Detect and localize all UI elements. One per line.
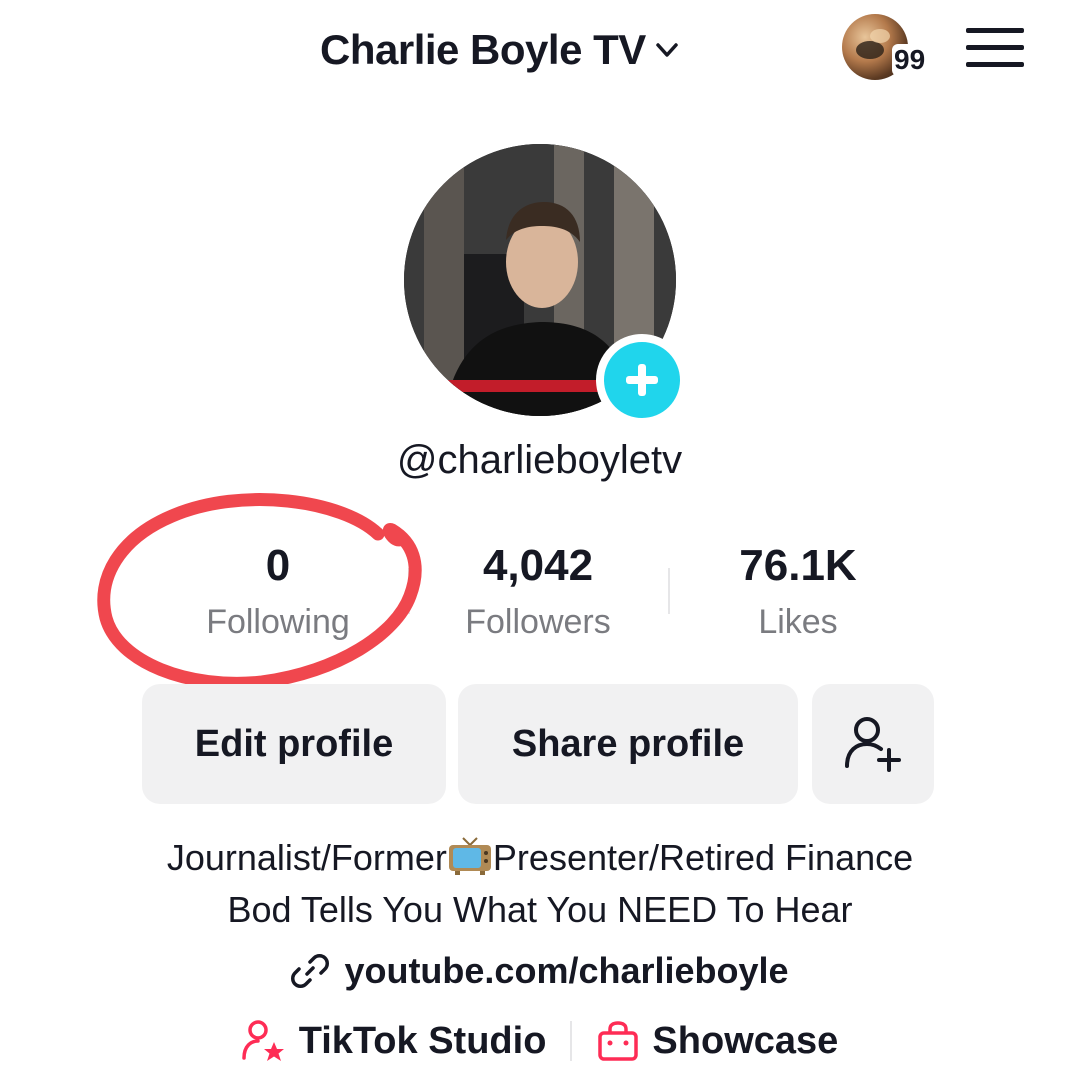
followers-label: Followers bbox=[465, 603, 611, 641]
likes-label: Likes bbox=[758, 603, 838, 641]
stat-followers[interactable]: 4,042 Followers bbox=[408, 538, 668, 646]
followers-count: 4,042 bbox=[482, 541, 594, 590]
menu-button[interactable] bbox=[966, 26, 1024, 70]
stat-following[interactable]: 0 Following bbox=[148, 538, 408, 646]
following-label: Following bbox=[206, 603, 350, 641]
share-profile-button[interactable]: Share profile bbox=[458, 684, 798, 804]
footer-divider bbox=[570, 1021, 573, 1061]
add-friends-button[interactable] bbox=[812, 684, 934, 804]
account-switcher[interactable]: Charlie Boyle TV bbox=[320, 22, 682, 78]
add-photo-button[interactable] bbox=[596, 334, 688, 426]
showcase-button[interactable]: Showcase bbox=[596, 1019, 838, 1063]
bio-line-2: Bod Tells You What You NEED To Hear bbox=[227, 889, 853, 930]
showcase-label: Showcase bbox=[652, 1019, 839, 1062]
bio-line-1: Journalist/Former Presenter/Retired Fina… bbox=[60, 832, 1020, 884]
add-person-icon bbox=[845, 717, 901, 772]
bio-text-1b: Presenter/Retired Finance bbox=[492, 837, 914, 878]
link-icon bbox=[291, 954, 330, 988]
following-count: 0 bbox=[265, 541, 291, 590]
tiktok-studio-button[interactable]: TikTok Studio bbox=[241, 1018, 547, 1064]
profile-link[interactable]: youtube.com/charlieboyle bbox=[0, 950, 1079, 992]
edit-profile-button[interactable]: Edit profile bbox=[142, 684, 446, 804]
link-url[interactable]: youtube.com/charlieboyle bbox=[344, 950, 788, 992]
notification-badge: 99 bbox=[892, 44, 928, 76]
plus-icon bbox=[604, 342, 680, 418]
stat-likes[interactable]: 76.1K Likes bbox=[668, 538, 928, 646]
bio-text-1a: Journalist/Former bbox=[166, 837, 447, 878]
account-name: Charlie Boyle TV bbox=[320, 26, 646, 73]
profile-bio: Journalist/Former Presenter/Retired Fina… bbox=[60, 832, 1020, 936]
profile-tools: TikTok Studio Showcase bbox=[0, 1018, 1079, 1064]
shopping-bag-icon bbox=[598, 1021, 639, 1061]
username: @charlieboyletv bbox=[396, 438, 683, 482]
studio-icon bbox=[241, 1020, 284, 1061]
chevron-down-icon bbox=[656, 43, 678, 57]
likes-count: 76.1K bbox=[739, 541, 857, 590]
tv-icon bbox=[448, 837, 491, 875]
studio-label: TikTok Studio bbox=[298, 1019, 547, 1062]
